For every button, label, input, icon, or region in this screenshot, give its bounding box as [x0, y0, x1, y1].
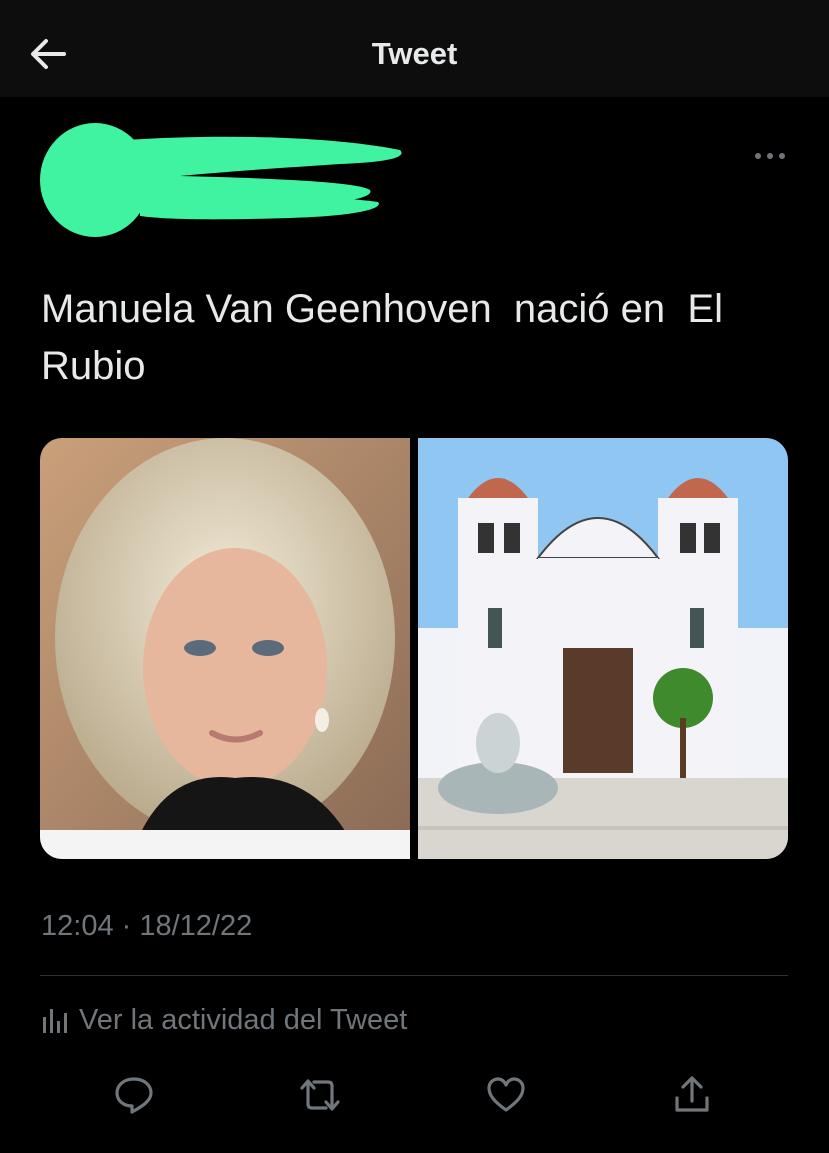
media-photo-church[interactable] [418, 438, 788, 859]
tweet-timestamp: 12:04 · 18/12/22 [41, 910, 253, 942]
tweet-activity-link[interactable]: Ver la actividad del Tweet [41, 1000, 407, 1040]
retweet-icon [300, 1079, 340, 1111]
author-redacted [40, 120, 410, 240]
top-bar: Tweet [0, 0, 829, 97]
more-icon [755, 153, 785, 159]
church-photo [418, 438, 788, 859]
page-title: Tweet [371, 36, 458, 71]
analytics-icon [43, 1009, 67, 1033]
portrait-photo [40, 438, 410, 859]
tweet-actions [0, 1068, 829, 1122]
share-button[interactable] [665, 1068, 719, 1122]
activity-label: Ver la actividad del Tweet [79, 1003, 408, 1036]
media-photo-portrait[interactable] [40, 438, 410, 859]
reply-button[interactable] [107, 1068, 161, 1122]
reply-icon [115, 1077, 153, 1114]
more-options-button[interactable] [752, 146, 788, 166]
heart-icon [487, 1077, 525, 1112]
share-icon [675, 1076, 709, 1112]
tweet-media [40, 438, 788, 859]
like-button[interactable] [479, 1068, 533, 1122]
retweet-button[interactable] [293, 1068, 347, 1122]
divider [40, 975, 788, 976]
tweet-text: Manuela Van Geenhoven nació en El Rubio [41, 287, 735, 388]
